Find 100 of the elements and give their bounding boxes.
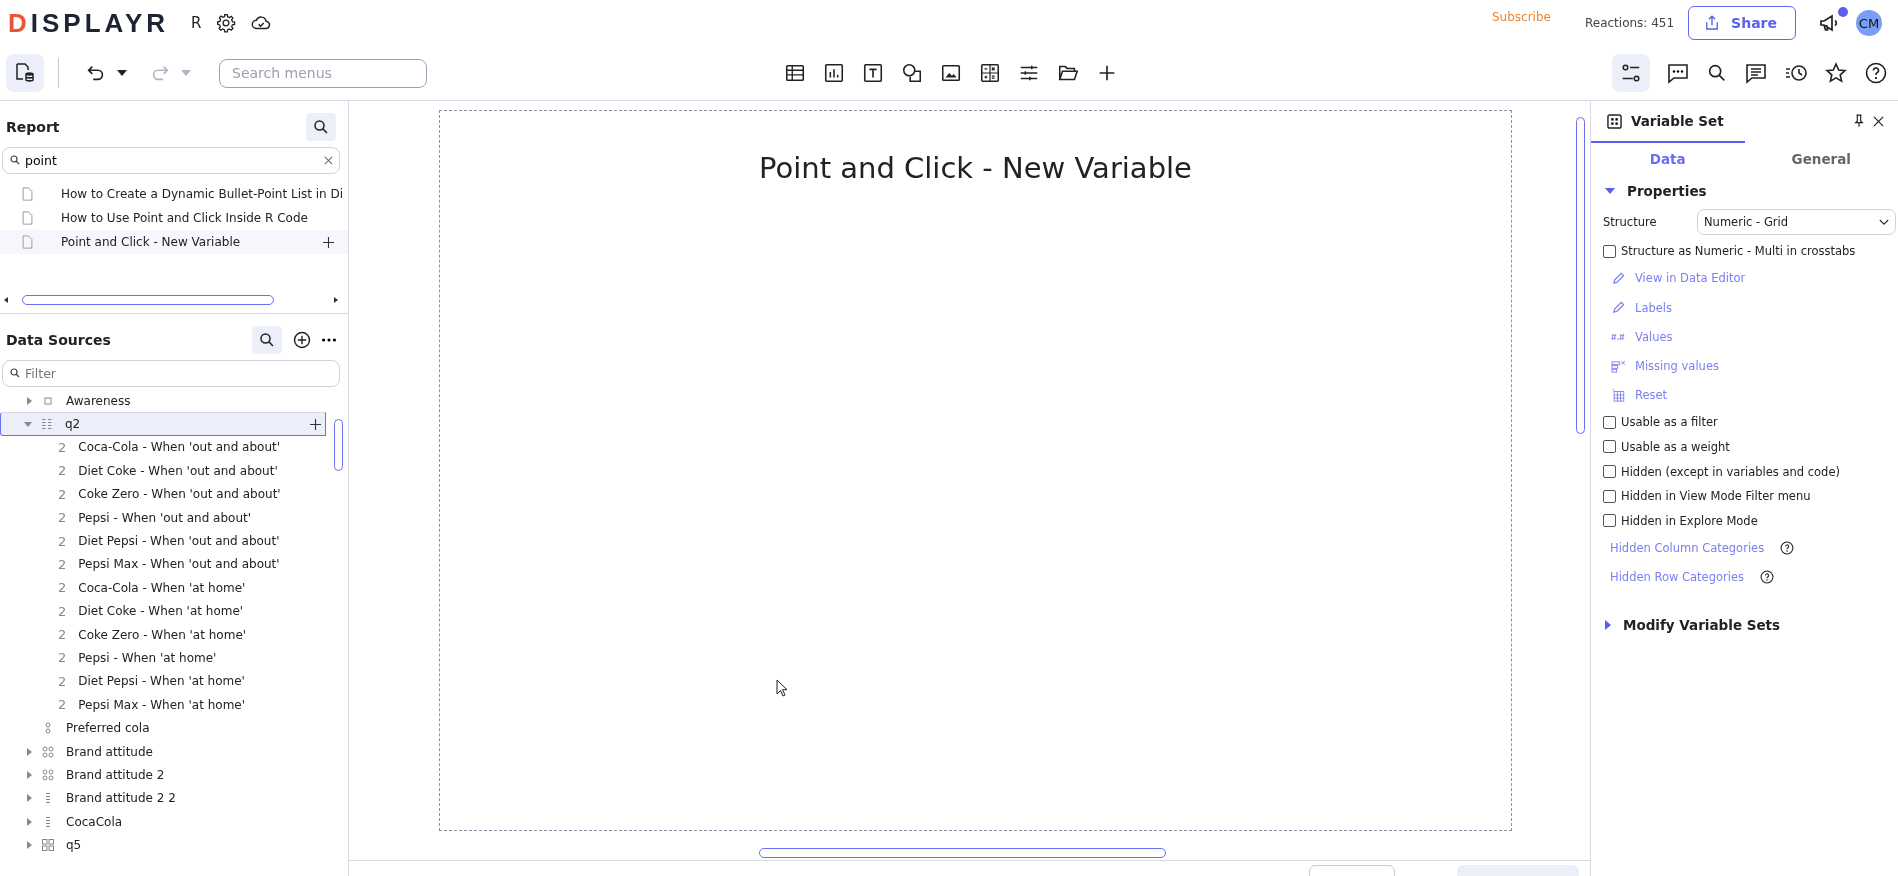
properties-section-header[interactable]: Properties — [1591, 179, 1898, 207]
checkbox[interactable] — [1603, 415, 1616, 429]
search-button[interactable] — [252, 326, 282, 354]
image-icon[interactable] — [940, 62, 962, 84]
tree-item[interactable]: 2 Coca-Cola - When 'at home' — [0, 576, 326, 600]
object-inspector-toggle[interactable] — [1612, 54, 1650, 92]
add-circle-icon[interactable] — [292, 330, 312, 350]
categories-link[interactable]: Hidden Column Categories — [1610, 540, 1765, 555]
tree-item[interactable]: 2 Pepsi - When 'out and about' — [0, 505, 326, 530]
tree-item[interactable]: 2 Diet Coke - When 'at home' — [0, 599, 326, 623]
comment-lines-icon[interactable] — [1744, 61, 1768, 85]
report-page-item[interactable]: How to Use Point and Click Inside R Code — [0, 206, 348, 230]
checkbox[interactable] — [1603, 514, 1616, 528]
close-icon[interactable] — [1873, 115, 1884, 127]
tree-item[interactable]: 2 Coke Zero - When 'at home' — [0, 622, 326, 647]
report-page-item[interactable]: How to Create a Dynamic Bullet-Point List in Di — [0, 182, 348, 206]
checkbox-row[interactable]: Structure as Numeric - Multi in crosstabs — [1603, 241, 1896, 262]
expand-caret-icon[interactable] — [26, 817, 32, 826]
panel-tab[interactable]: Data — [1591, 141, 1745, 179]
tree-item[interactable]: 2 Pepsi Max - When 'out and about' — [0, 552, 326, 577]
calculator-icon[interactable] — [979, 62, 1001, 84]
action-link[interactable]: Reset — [1603, 380, 1896, 411]
action-link[interactable]: Labels — [1603, 292, 1896, 323]
tree-item[interactable]: Brand attitude — [0, 739, 326, 764]
expand-caret-icon[interactable] — [26, 794, 32, 803]
tree-item[interactable]: q2 — [0, 412, 326, 436]
action-link[interactable]: Values — [1603, 322, 1896, 352]
scroll-right-icon[interactable] — [334, 297, 338, 303]
mode-label[interactable]: R — [191, 14, 202, 32]
numeric-type-label: 2 — [58, 627, 67, 643]
search-icon — [258, 331, 276, 349]
settings-icon[interactable] — [215, 13, 236, 33]
action-link[interactable]: View in Data Editor — [1603, 263, 1896, 293]
hash-icon — [1611, 332, 1626, 342]
star-icon[interactable] — [1824, 61, 1848, 85]
tree-item[interactable]: q5 — [0, 833, 326, 857]
panel-tab[interactable]: General — [1744, 141, 1898, 179]
page-title[interactable]: Point and Click - New Variable — [440, 151, 1511, 185]
tree-item[interactable]: Preferred cola — [0, 716, 326, 740]
page-icon — [22, 235, 33, 249]
checkbox-row[interactable]: Usable as a weight — [1603, 436, 1896, 458]
numeric-type-label: 2 — [58, 697, 67, 713]
text-box-icon[interactable] — [862, 62, 884, 84]
tree-item[interactable]: 2 Coca-Cola - When 'out and about' — [0, 435, 326, 460]
numeric-type-label: 2 — [58, 650, 67, 666]
help-icon[interactable] — [1780, 540, 1795, 555]
shapes-icon[interactable] — [901, 62, 923, 84]
share-button[interactable]: Share — [1688, 6, 1796, 40]
caret-icon[interactable] — [117, 70, 127, 76]
tree-item[interactable]: Brand attitude 2 — [0, 763, 326, 787]
tree-item[interactable]: 2 Diet Pepsi - When 'out and about' — [0, 529, 326, 553]
report-page-item[interactable]: Point and Click - New Variable — [0, 230, 348, 254]
tree-item[interactable]: 2 Pepsi Max - When 'at home' — [0, 693, 326, 717]
grid-icon — [1607, 113, 1622, 129]
expand-caret-icon[interactable] — [26, 396, 32, 405]
variable-type-icon — [41, 418, 53, 431]
scroll-left-icon[interactable] — [4, 297, 8, 303]
expand-caret-icon[interactable] — [26, 841, 32, 850]
action-link[interactable]: Missing values — [1603, 351, 1896, 381]
tree-item[interactable]: 2 Diet Pepsi - When 'at home' — [0, 669, 326, 694]
filter-field[interactable]: Filter — [2, 360, 340, 387]
report-search-field[interactable]: point — [2, 147, 340, 174]
checkbox[interactable] — [1603, 244, 1616, 258]
categories-link[interactable]: Hidden Row Categories — [1610, 569, 1745, 584]
tree-item[interactable]: 2 Pepsi - When 'at home' — [0, 646, 326, 670]
checkbox-row[interactable]: Hidden in Explore Mode — [1603, 510, 1896, 532]
numeric-type-label: 2 — [58, 580, 67, 596]
search-icon[interactable] — [1706, 62, 1728, 84]
checkbox-row[interactable]: Hidden (except in variables and code) — [1603, 461, 1896, 482]
user-avatar[interactable]: CM — [1856, 10, 1882, 36]
expand-caret-icon[interactable] — [26, 747, 32, 756]
help-icon[interactable] — [1864, 61, 1888, 85]
bar-chart-icon[interactable] — [823, 62, 845, 84]
tree-item[interactable]: Awareness — [0, 389, 326, 413]
help-icon[interactable] — [1760, 569, 1775, 584]
search-button[interactable] — [306, 113, 336, 141]
data-sources-toggle[interactable] — [6, 54, 44, 92]
expand-caret-icon[interactable] — [26, 770, 32, 779]
modify-section-header[interactable]: Modify Variable Sets — [1591, 613, 1898, 642]
more-icon[interactable] — [322, 338, 336, 342]
pin-icon[interactable] — [1854, 114, 1864, 128]
tree-item[interactable]: Brand attitude 2 2 — [0, 786, 326, 811]
structure-label: Structure — [1603, 215, 1658, 229]
add-icon[interactable] — [323, 236, 334, 248]
checkbox-row[interactable]: Usable as a filter — [1603, 412, 1896, 433]
expand-caret-icon[interactable] — [24, 421, 32, 427]
checkbox[interactable] — [1603, 440, 1616, 454]
table-icon[interactable] — [784, 62, 806, 84]
tree-item[interactable]: 2 Diet Coke - When 'out and about' — [0, 459, 326, 483]
tree-item[interactable]: 2 Coke Zero - When 'out and about' — [0, 482, 326, 506]
clear-icon[interactable] — [324, 156, 333, 165]
comment-dots-icon[interactable] — [1666, 61, 1690, 85]
checkbox[interactable] — [1603, 465, 1616, 479]
structure-dropdown[interactable]: Numeric - Grid — [1697, 209, 1896, 235]
search-menus-field[interactable]: Search menus — [219, 58, 427, 88]
checkbox-row[interactable]: Hidden in View Mode Filter menu — [1603, 485, 1896, 507]
checkbox[interactable] — [1603, 489, 1616, 503]
add-icon[interactable] — [310, 418, 321, 430]
pencil-icon — [1611, 271, 1626, 285]
tree-item[interactable]: CocaCola — [0, 810, 326, 834]
